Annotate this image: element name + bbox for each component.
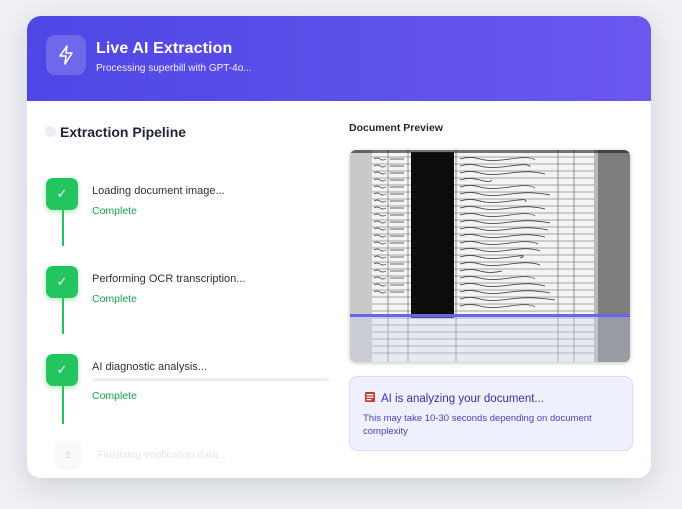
pipeline-title: Extraction Pipeline [60, 124, 187, 140]
step-status: Complete [92, 390, 137, 402]
header-subtitle: Processing superbill with GPT-4o... [96, 63, 252, 74]
document-preview-image [350, 150, 630, 362]
checkmark-icon: ✓ [46, 178, 78, 210]
step-label: Performing OCR transcription... [92, 273, 246, 285]
step-connector [62, 386, 64, 424]
step-connector [62, 210, 64, 246]
analysis-description: This may take 10-30 seconds depending on… [363, 413, 592, 437]
extraction-card: Live AI Extraction Processing superbill … [27, 16, 651, 478]
pipeline-dot-icon [45, 126, 56, 137]
header-banner: Live AI Extraction Processing superbill … [27, 16, 651, 101]
checkmark-icon: ✓ [46, 266, 78, 298]
lightning-icon [46, 35, 86, 75]
step-status: Complete [92, 205, 137, 217]
analysis-status-heading: AI is analyzing your document... [364, 391, 544, 406]
analysis-title: AI is analyzing your document... [381, 392, 544, 405]
step-label: Loading document image... [92, 185, 225, 197]
step-progress-bar [92, 378, 329, 381]
step-label: AI diagnostic analysis... [92, 361, 207, 373]
step-connector [62, 298, 64, 334]
analysis-status-box: AI is analyzing your document... This ma… [349, 376, 633, 451]
preview-title: Document Preview [349, 122, 443, 134]
extraction-pipeline: Extraction Pipeline ✓ Loading document i… [27, 101, 347, 478]
hourglass-icon: ⧗ [54, 441, 82, 469]
checkmark-icon: ✓ [46, 354, 78, 386]
header-title: Live AI Extraction [96, 40, 233, 57]
book-icon [364, 391, 376, 406]
step-status: Complete [92, 293, 137, 305]
step-label: Finalizing verification data... [97, 449, 227, 461]
